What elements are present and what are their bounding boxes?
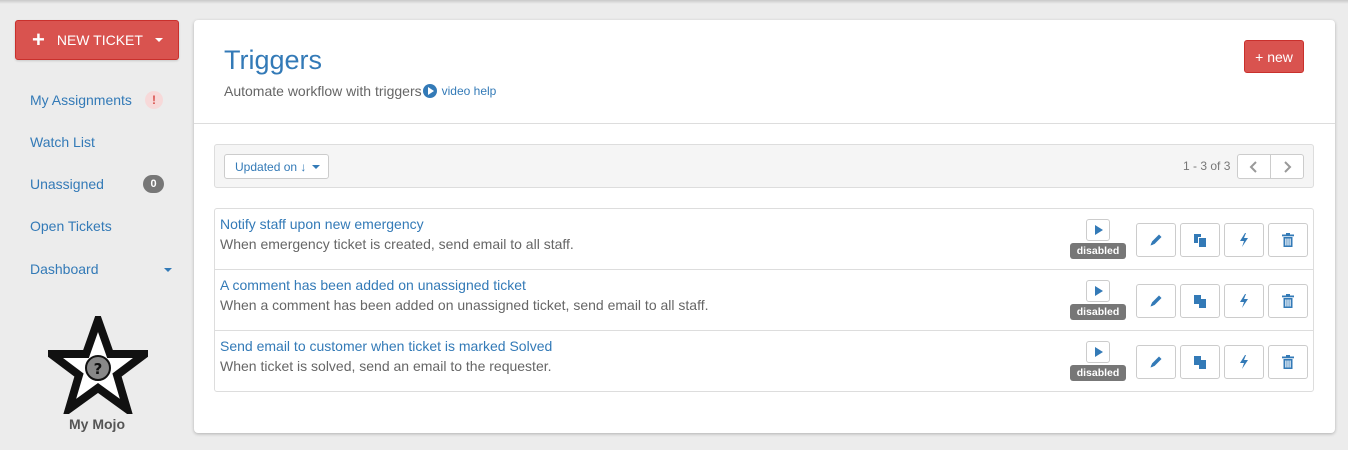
play-circle-icon[interactable]: [422, 84, 437, 98]
delete-button[interactable]: [1268, 284, 1308, 318]
pagination-info: 1 - 3 of 3: [1183, 159, 1231, 173]
triggers-panel: Triggers Automate workflow with triggers…: [194, 20, 1335, 433]
copy-icon: [1194, 234, 1206, 247]
trash-icon: [1282, 233, 1294, 247]
fire-trigger-button[interactable]: [1224, 284, 1264, 318]
sidebar-item-open-tickets[interactable]: Open Tickets: [30, 218, 112, 234]
trigger-title-link[interactable]: Send email to customer when ticket is ma…: [220, 338, 552, 354]
run-trigger-button[interactable]: [1086, 341, 1110, 363]
trash-icon: [1282, 355, 1294, 369]
trigger-description: When ticket is solved, send an email to …: [220, 358, 552, 374]
lightning-icon: [1240, 233, 1248, 247]
trigger-title-link[interactable]: A comment has been added on unassigned t…: [220, 277, 526, 293]
panel-header: Triggers Automate workflow with triggers…: [194, 20, 1335, 124]
trigger-description: When emergency ticket is created, send e…: [220, 236, 574, 252]
trigger-row: A comment has been added on unassigned t…: [215, 270, 1313, 331]
edit-button[interactable]: [1136, 284, 1176, 318]
edit-button[interactable]: [1136, 223, 1176, 257]
copy-button[interactable]: [1180, 223, 1220, 257]
page-subtitle: Automate workflow with triggers video he…: [224, 83, 496, 99]
trigger-row: Notify staff upon new emergency When eme…: [215, 209, 1313, 270]
new-ticket-button[interactable]: + NEW TICKET: [15, 20, 179, 60]
new-ticket-label: NEW TICKET: [56, 32, 143, 48]
sidebar-item-dashboard[interactable]: Dashboard: [30, 261, 99, 277]
sidebar-item-label: Watch List: [30, 134, 95, 150]
copy-button[interactable]: [1180, 345, 1220, 379]
list-toolbar: Updated on ↓ 1 - 3 of 3: [214, 144, 1314, 188]
trigger-row: Send email to customer when ticket is ma…: [215, 331, 1313, 392]
video-help-link[interactable]: video help: [442, 84, 497, 98]
sidebar-item-label: Open Tickets: [30, 218, 112, 234]
mojo-star-logo[interactable]: ?: [48, 316, 148, 414]
sidebar-item-label: Unassigned: [30, 176, 104, 192]
chevron-down-icon[interactable]: [164, 268, 172, 272]
sidebar-item-label: My Assignments: [30, 92, 132, 108]
status-badge: disabled: [1070, 243, 1126, 259]
chevron-right-icon: [1284, 160, 1292, 173]
subtitle-text: Automate workflow with triggers: [224, 83, 422, 99]
top-shadow: [0, 0, 1348, 4]
triggers-list: Notify staff upon new emergency When eme…: [214, 208, 1314, 392]
fire-trigger-button[interactable]: [1224, 345, 1264, 379]
alert-badge: !: [145, 91, 163, 109]
new-trigger-button[interactable]: + new: [1244, 40, 1304, 73]
lightning-icon: [1240, 294, 1248, 308]
delete-button[interactable]: [1268, 345, 1308, 379]
previous-page-button[interactable]: [1237, 154, 1271, 179]
run-trigger-button[interactable]: [1086, 280, 1110, 302]
edit-button[interactable]: [1136, 345, 1176, 379]
sidebar-item-watch-list[interactable]: Watch List: [30, 134, 95, 150]
lightning-icon: [1240, 355, 1248, 369]
status-badge: disabled: [1070, 365, 1126, 381]
fire-trigger-button[interactable]: [1224, 223, 1264, 257]
my-mojo-label[interactable]: My Mojo: [0, 416, 194, 432]
pencil-icon: [1150, 356, 1162, 368]
copy-button[interactable]: [1180, 284, 1220, 318]
plus-icon: +: [32, 27, 45, 52]
pencil-icon: [1150, 234, 1162, 246]
chevron-down-icon: [154, 38, 163, 42]
run-trigger-button[interactable]: [1086, 219, 1110, 241]
trigger-description: When a comment has been added on unassig…: [220, 297, 709, 313]
copy-icon: [1194, 356, 1206, 369]
trigger-title-link[interactable]: Notify staff upon new emergency: [220, 216, 424, 232]
next-page-button[interactable]: [1270, 154, 1304, 179]
sort-dropdown[interactable]: Updated on ↓: [224, 154, 329, 179]
delete-button[interactable]: [1268, 223, 1308, 257]
sidebar: + NEW TICKET My Assignments ! Watch List…: [0, 0, 190, 450]
sidebar-item-my-assignments[interactable]: My Assignments: [30, 92, 132, 108]
count-badge: 0: [143, 175, 164, 193]
svg-text:?: ?: [94, 360, 103, 378]
sort-label: Updated on ↓: [235, 159, 307, 174]
page-title: Triggers: [224, 45, 323, 75]
copy-icon: [1194, 295, 1206, 308]
chevron-down-icon: [312, 164, 321, 169]
pencil-icon: [1150, 295, 1162, 307]
status-badge: disabled: [1070, 304, 1126, 320]
chevron-left-icon: [1249, 160, 1257, 173]
trash-icon: [1282, 294, 1294, 308]
sidebar-item-unassigned[interactable]: Unassigned: [30, 176, 104, 192]
sidebar-item-label: Dashboard: [30, 261, 99, 277]
